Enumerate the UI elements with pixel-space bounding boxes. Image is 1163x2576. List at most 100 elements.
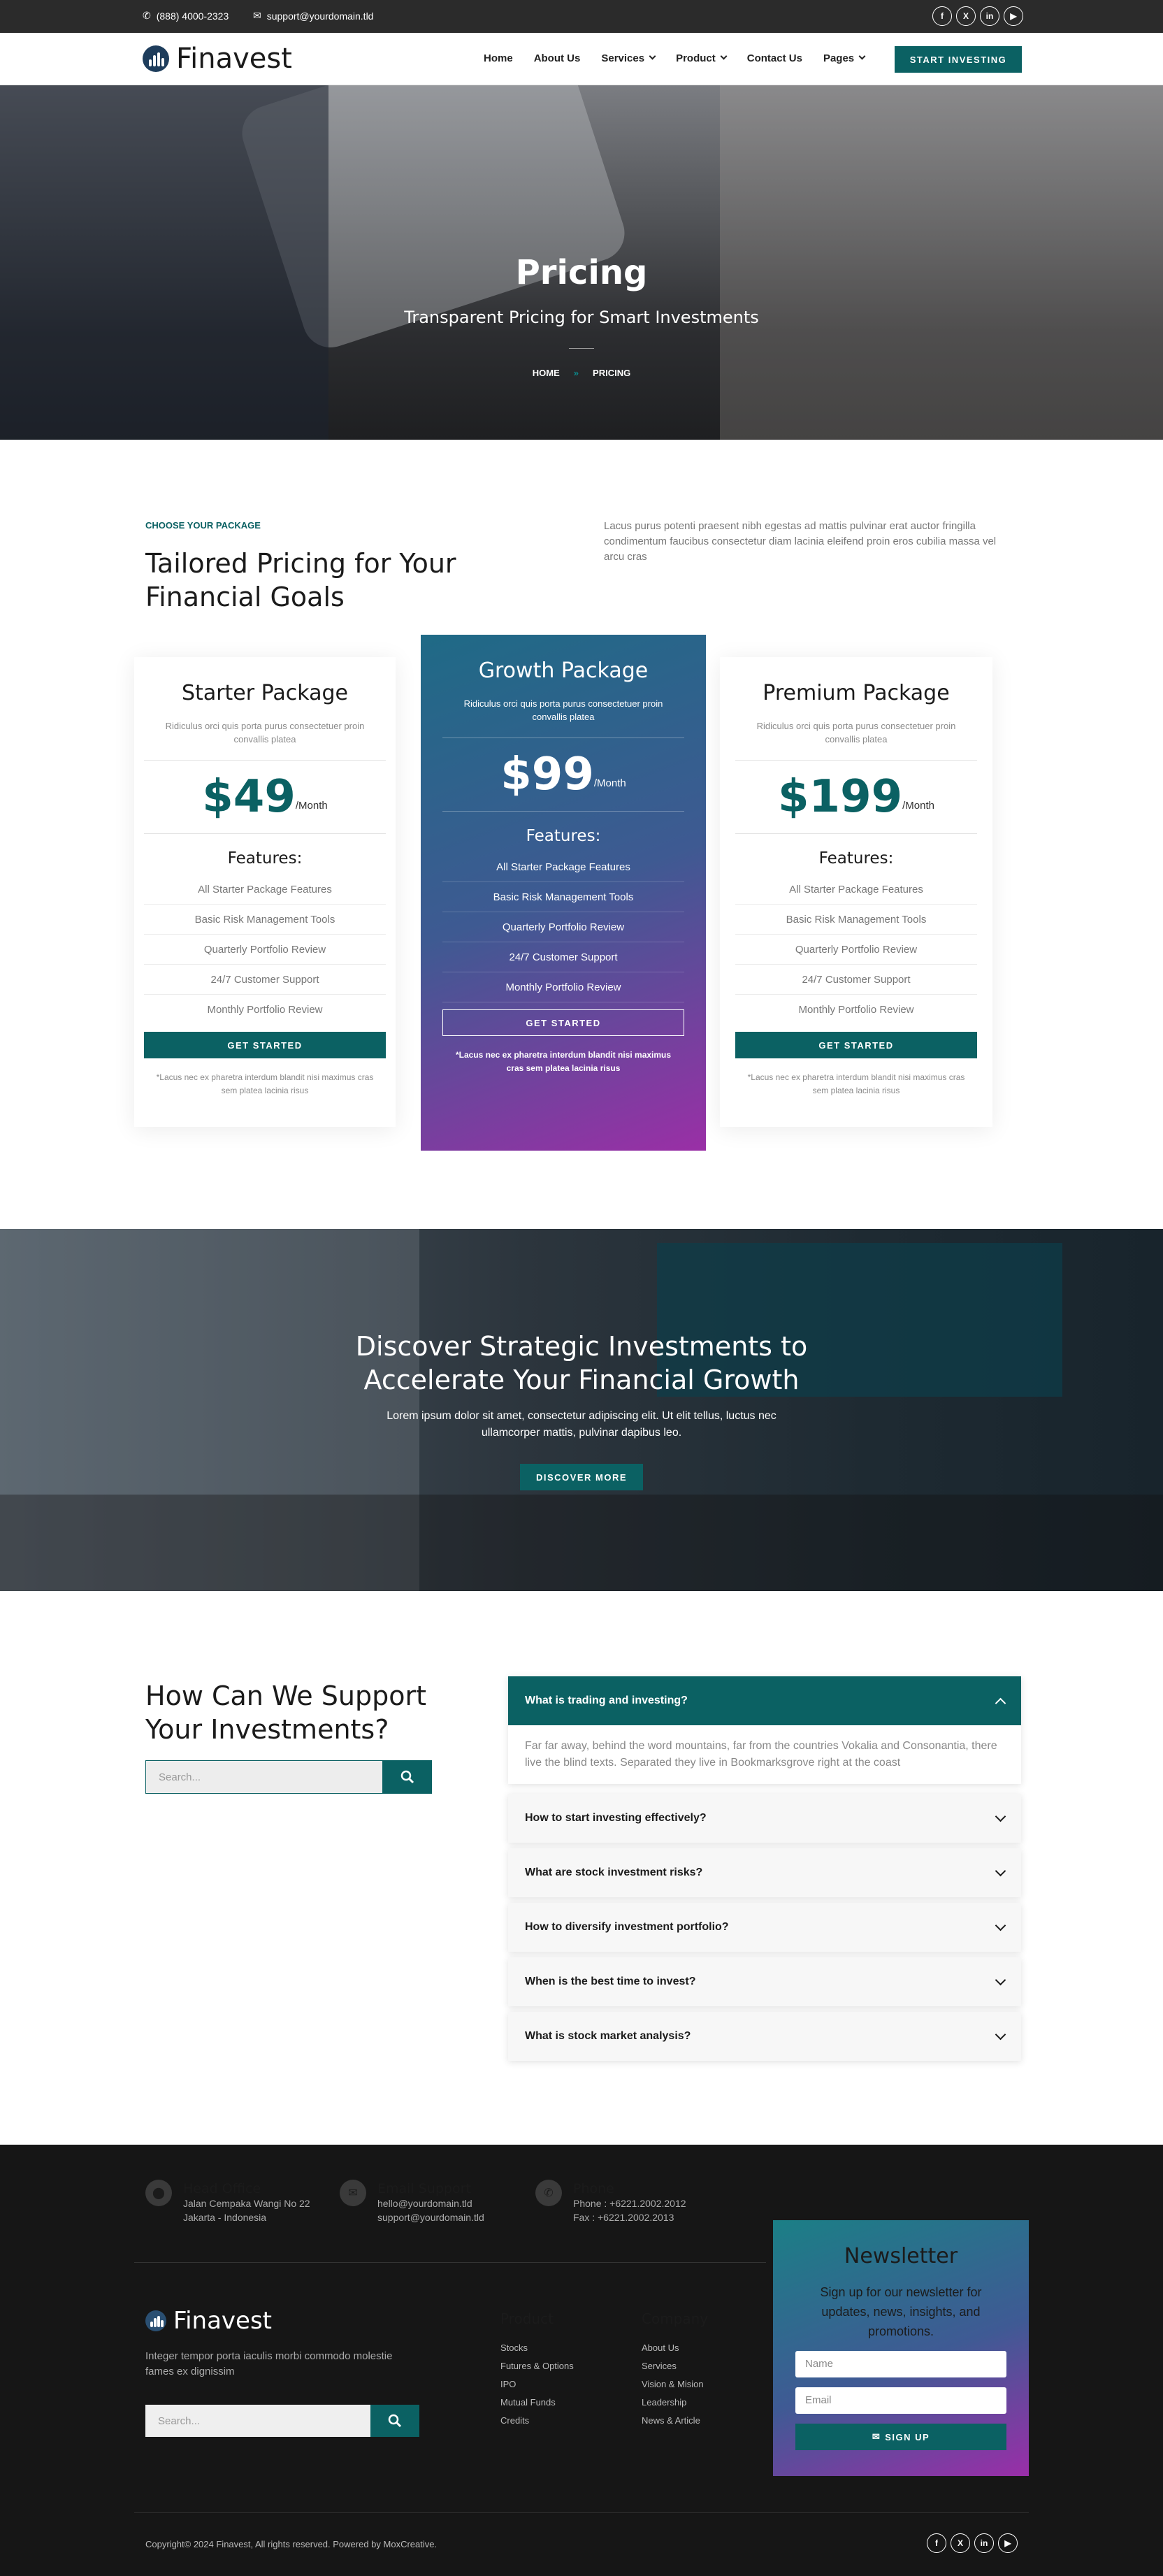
newsletter-email-input[interactable]: Email [795,2387,1006,2414]
faq-item: How to diversify investment portfolio? [508,1903,1021,1952]
feature-item: All Starter Package Features [735,875,977,905]
faq-question[interactable]: What is trading and investing? [508,1676,1021,1725]
faq-question-text: When is the best time to invest? [525,1976,696,1987]
nav-label: Product [676,52,716,64]
get-started-button[interactable]: GET STARTED [735,1032,977,1058]
chevron-down-icon [995,1920,1006,1931]
footer-link[interactable]: Vision & Mision [642,2379,708,2397]
logo-text: Finavest [176,43,292,75]
youtube-icon[interactable]: ▶ [998,2533,1018,2553]
price-amount: $99 [500,749,594,800]
breadcrumb: HOME » PRICING [0,368,1163,378]
footer-column-title: Company [642,2310,709,2327]
nav-menu: Home About Us Services Product Contact U… [484,52,886,64]
feature-item: 24/7 Customer Support [735,965,977,995]
topbar-email[interactable]: ✉ support@yourdomain.tld [253,10,373,22]
price-period: /Month [902,799,934,812]
contact-line[interactable]: hello@yourdomain.tld [377,2196,484,2210]
chevron-down-icon [995,1811,1006,1822]
newsletter-box: Newsletter Sign up for our newsletter fo… [773,2220,1029,2476]
faq-question[interactable]: How to start investing effectively? [508,1794,1021,1843]
faq-search-input[interactable]: Search... [145,1760,383,1794]
topbar-phone[interactable]: ✆ (888) 4000-2323 [143,10,229,22]
pricing-card-starter: Starter Package Ridiculus orci quis port… [134,657,396,1127]
discover-more-button[interactable]: DISCOVER MORE [520,1464,643,1490]
footer-logo[interactable]: Finavest [145,2307,272,2335]
newsletter-name-input[interactable]: Name [795,2351,1006,2377]
get-started-button[interactable]: GET STARTED [442,1009,684,1036]
nav-item-product[interactable]: Product [676,52,728,64]
price-amount: $49 [202,771,296,823]
divider [569,348,594,349]
cta-section: Discover Strategic Investments to Accele… [0,1229,1163,1591]
plan-desc: Ridiculus orci quis porta purus consecte… [463,698,663,722]
mail-icon: ✉ [253,10,261,21]
feature-item: All Starter Package Features [442,852,684,882]
youtube-icon[interactable]: ▶ [1004,6,1023,26]
logo-mark-icon [143,45,169,72]
features-title: Features: [818,849,894,868]
faq-question[interactable]: When is the best time to invest? [508,1957,1021,2006]
contact-line[interactable]: support@yourdomain.tld [377,2210,484,2224]
footer-link[interactable]: Services [642,2361,708,2379]
nav-label: About Us [533,52,581,64]
start-investing-button[interactable]: START INVESTING [895,46,1022,73]
footer-search-input[interactable]: Search... [145,2405,370,2437]
x-icon[interactable]: X [951,2533,970,2553]
footer-link[interactable]: Futures & Options [500,2361,574,2379]
get-started-button[interactable]: GET STARTED [144,1032,386,1058]
nav-label: Home [484,52,513,64]
cta-heading: Discover Strategic Investments to Accele… [355,1331,808,1395]
nav-item-home[interactable]: Home [484,52,513,64]
footer-link[interactable]: Credits [500,2415,574,2433]
newsletter-title: Newsletter [844,2244,958,2268]
chevron-down-icon [720,52,728,60]
feature-item: Basic Risk Management Tools [144,905,386,935]
chevron-down-icon [858,52,866,60]
linkedin-icon[interactable]: in [974,2533,994,2553]
nav-item-contact[interactable]: Contact Us [747,52,802,64]
footer-search: Search... [145,2405,419,2437]
breadcrumb-home[interactable]: HOME [533,368,560,378]
feature-item: 24/7 Customer Support [442,942,684,972]
faq-question[interactable]: What is stock market analysis? [508,2012,1021,2061]
footer-link[interactable]: News & Article [642,2415,708,2433]
nav-item-about[interactable]: About Us [534,52,581,64]
nav-label: Pages [823,52,855,64]
sign-up-button[interactable]: ✉ SIGN UP [795,2424,1006,2450]
linkedin-icon[interactable]: in [980,6,999,26]
faq-question[interactable]: What are stock investment risks? [508,1848,1021,1897]
mail-icon: ✉ [872,2431,881,2442]
faq-question[interactable]: How to diversify investment portfolio? [508,1903,1021,1952]
x-icon[interactable]: X [956,6,976,26]
main-nav: Finavest Home About Us Services Product … [0,33,1163,85]
cta-text: Lorem ipsum dolor sit amet, consectetur … [387,1410,776,1439]
footer-divider [134,2262,766,2263]
facebook-icon[interactable]: f [927,2533,946,2553]
feature-item: Basic Risk Management Tools [442,882,684,912]
contact-line: Phone : +6221.2002.2012 [573,2198,686,2209]
contact-title: Head Office [183,2181,261,2196]
nav-label: Contact Us [746,52,802,64]
faq-item: What is trading and investing? Far far a… [508,1676,1021,1784]
facebook-icon[interactable]: f [932,6,952,26]
footer-link[interactable]: Leadership [642,2397,708,2415]
feature-item: 24/7 Customer Support [144,965,386,995]
search-button[interactable] [383,1760,432,1794]
footer-social-links: f X in ▶ [927,2533,1018,2553]
footer-link[interactable]: Stocks [500,2343,574,2361]
contact-head-office: ⬤ Head Office Jalan Cempaka Wangi No 22 … [145,2180,310,2224]
pricing-heading: Tailored Pricing for Your Financial Goal… [145,548,456,612]
search-button[interactable] [370,2405,419,2437]
feature-item: Quarterly Portfolio Review [442,912,684,942]
site-logo[interactable]: Finavest [143,43,292,75]
feature-list: All Starter Package Features Basic Risk … [442,852,684,1002]
faq-item: What is stock market analysis? [508,2012,1021,2061]
nav-item-services[interactable]: Services [601,52,656,64]
logo-text: Finavest [173,2307,272,2335]
plan-price: $199/Month [720,761,992,833]
footer-link[interactable]: About Us [642,2343,708,2361]
footer-link[interactable]: Mutual Funds [500,2397,574,2415]
nav-item-pages[interactable]: Pages [823,52,866,64]
footer-link[interactable]: IPO [500,2379,574,2397]
